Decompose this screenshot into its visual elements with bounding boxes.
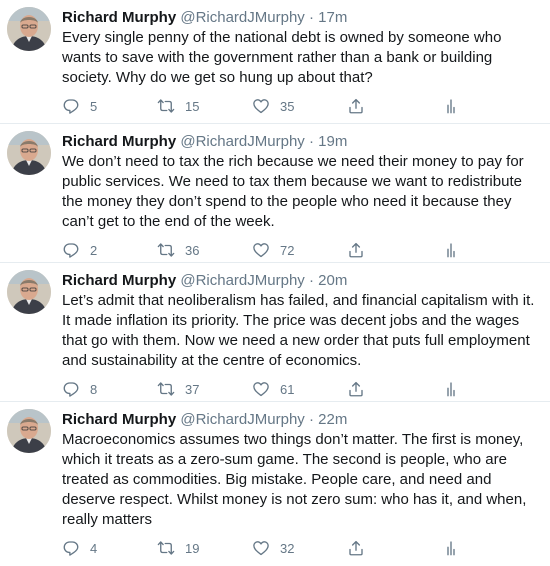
avatar[interactable] (7, 7, 51, 51)
retweet-button[interactable]: 37 (157, 380, 252, 398)
like-button[interactable]: 61 (252, 380, 347, 398)
tweet-header: Richard Murphy @RichardJMurphy · 17m (62, 8, 540, 27)
author-name[interactable]: Richard Murphy (62, 9, 176, 26)
separator-dot: · (308, 133, 314, 150)
analytics-icon (442, 539, 460, 557)
tweet[interactable]: Richard Murphy @RichardJMurphy · 20m Let… (0, 263, 550, 402)
tweet-text: Every single penny of the national debt … (62, 29, 502, 86)
like-icon (252, 241, 270, 259)
tweet[interactable]: Richard Murphy @RichardJMurphy · 22m Mac… (0, 402, 550, 556)
tweet[interactable]: Richard Murphy @RichardJMurphy · 17m Eve… (0, 0, 550, 124)
reply-icon (62, 241, 80, 259)
author-name[interactable]: Richard Murphy (62, 133, 176, 150)
reply-button[interactable]: 8 (62, 380, 157, 398)
share-icon (347, 241, 365, 259)
share-button[interactable] (347, 241, 442, 259)
analytics-icon (442, 380, 460, 398)
reply-count: 2 (90, 242, 98, 258)
retweet-button[interactable]: 36 (157, 241, 252, 259)
analytics-button[interactable] (442, 97, 460, 115)
share-button[interactable] (347, 380, 442, 398)
author-handle[interactable]: @RichardJMurphy (180, 272, 304, 289)
like-count: 72 (280, 242, 295, 258)
reply-count: 4 (90, 540, 98, 556)
retweet-icon (157, 241, 175, 259)
reply-icon (62, 380, 80, 398)
reply-button[interactable]: 5 (62, 97, 157, 115)
timestamp[interactable]: 22m (318, 411, 347, 428)
tweet-actions: 5 15 35 (62, 88, 540, 124)
reply-icon (62, 97, 80, 115)
avatar[interactable] (7, 131, 51, 175)
tweet[interactable]: Richard Murphy @RichardJMurphy · 19m We … (0, 124, 550, 263)
separator-dot: · (308, 272, 314, 289)
retweet-count: 15 (185, 98, 200, 114)
like-button[interactable]: 72 (252, 241, 347, 259)
like-count: 61 (280, 381, 295, 397)
tweet-header: Richard Murphy @RichardJMurphy · 20m (62, 271, 540, 290)
separator-dot: · (308, 9, 314, 26)
share-button[interactable] (347, 539, 442, 557)
like-count: 35 (280, 98, 295, 114)
tweet-header: Richard Murphy @RichardJMurphy · 22m (62, 410, 540, 429)
like-count: 32 (280, 540, 295, 556)
author-name[interactable]: Richard Murphy (62, 272, 176, 289)
timestamp[interactable]: 20m (318, 272, 347, 289)
reply-count: 8 (90, 381, 98, 397)
like-icon (252, 380, 270, 398)
retweet-count: 37 (185, 381, 200, 397)
retweet-count: 36 (185, 242, 200, 258)
reply-count: 5 (90, 98, 98, 114)
reply-icon (62, 539, 80, 557)
avatar[interactable] (7, 270, 51, 314)
retweet-icon (157, 539, 175, 557)
retweet-icon (157, 97, 175, 115)
tweet-feed: Richard Murphy @RichardJMurphy · 17m Eve… (0, 0, 550, 556)
tweet-text: We don’t need to tax the rich because we… (62, 153, 524, 230)
reply-button[interactable]: 4 (62, 539, 157, 557)
analytics-button[interactable] (442, 539, 460, 557)
analytics-button[interactable] (442, 380, 460, 398)
tweet-actions: 4 19 32 (62, 530, 540, 566)
author-handle[interactable]: @RichardJMurphy (180, 133, 304, 150)
share-icon (347, 380, 365, 398)
analytics-icon (442, 241, 460, 259)
like-button[interactable]: 35 (252, 97, 347, 115)
like-icon (252, 97, 270, 115)
like-icon (252, 539, 270, 557)
separator-dot: · (308, 411, 314, 428)
timestamp[interactable]: 17m (318, 9, 347, 26)
reply-button[interactable]: 2 (62, 241, 157, 259)
like-button[interactable]: 32 (252, 539, 347, 557)
retweet-count: 19 (185, 540, 200, 556)
timestamp[interactable]: 19m (318, 133, 347, 150)
tweet-header: Richard Murphy @RichardJMurphy · 19m (62, 132, 540, 151)
share-icon (347, 539, 365, 557)
retweet-button[interactable]: 15 (157, 97, 252, 115)
share-icon (347, 97, 365, 115)
author-name[interactable]: Richard Murphy (62, 411, 176, 428)
retweet-icon (157, 380, 175, 398)
author-handle[interactable]: @RichardJMurphy (180, 9, 304, 26)
retweet-button[interactable]: 19 (157, 539, 252, 557)
avatar[interactable] (7, 409, 51, 453)
tweet-text: Macroeconomics assumes two things don’t … (62, 431, 527, 528)
tweet-text: Let’s admit that neoliberalism has faile… (62, 292, 535, 369)
author-handle[interactable]: @RichardJMurphy (180, 411, 304, 428)
share-button[interactable] (347, 97, 442, 115)
analytics-icon (442, 97, 460, 115)
analytics-button[interactable] (442, 241, 460, 259)
